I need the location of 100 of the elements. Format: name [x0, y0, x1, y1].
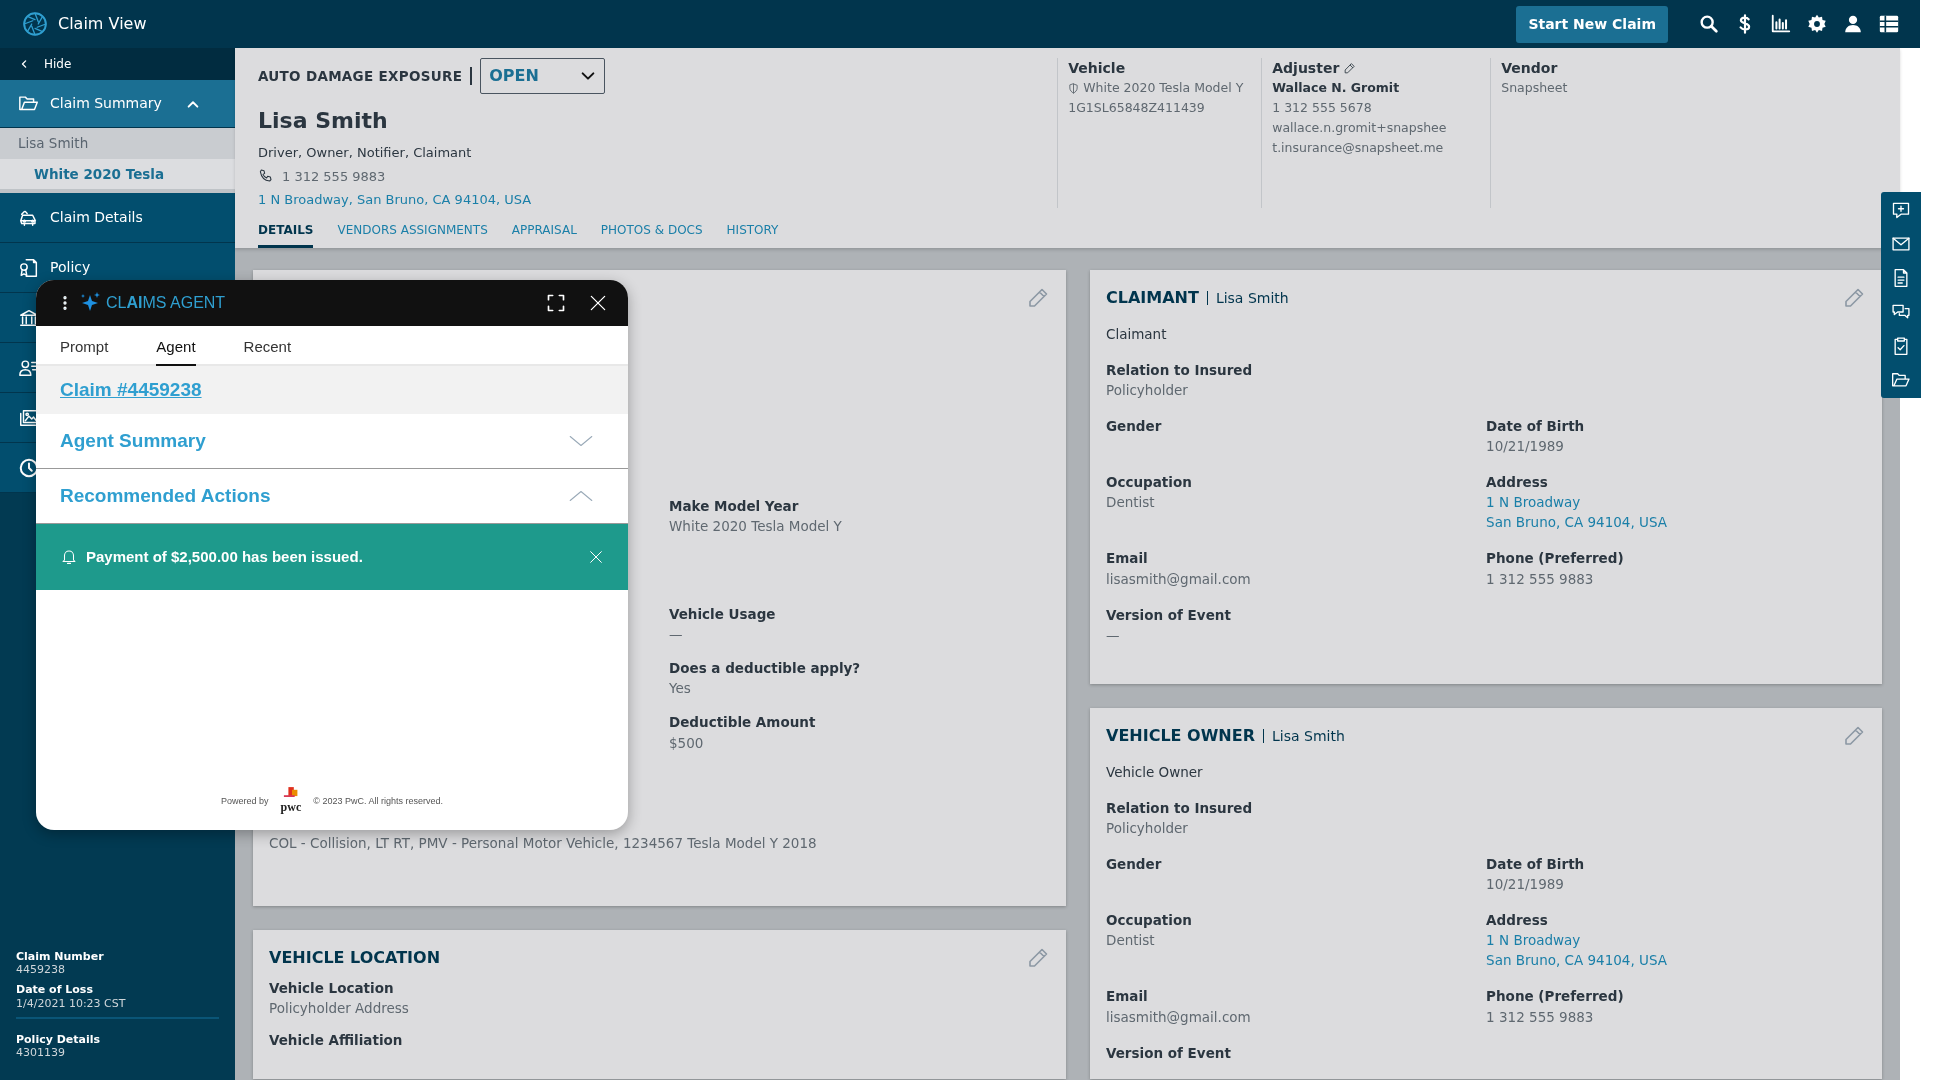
field-value: 10/21/1989 [1486, 437, 1565, 456]
tab[interactable]: Prompt [60, 335, 109, 366]
user-icon[interactable] [1842, 13, 1864, 35]
field-label: Occupation [1106, 473, 1193, 492]
field-label: Occupation [1106, 911, 1193, 930]
table-icon[interactable] [1878, 13, 1900, 35]
info-title: Vehicle [1068, 59, 1126, 78]
expand-icon[interactable] [546, 293, 566, 313]
address-link[interactable]: 1 N Broadway, San Bruno, CA 94104, USA [258, 190, 532, 210]
field-value: 10/21/1989 [1486, 875, 1565, 894]
person-roles: Driver, Owner, Notifier, Claimant [258, 144, 473, 162]
copyright-text: © 2023 PwC. All rights reserved. [313, 794, 443, 808]
address-link[interactable]: San Bruno, CA 94104, USA [1486, 512, 1867, 533]
info-text: Snapsheet [1501, 79, 1569, 97]
sidebar-item[interactable]: Claim Details [0, 193, 235, 243]
claim-link[interactable]: Claim #4459238 [60, 375, 202, 405]
pencil-icon[interactable] [1343, 61, 1357, 75]
field-value: Policyholder [1106, 380, 1189, 400]
field-label: Vehicle Affiliation [269, 1030, 404, 1050]
exposure-title: AUTO DAMAGE EXPOSURE [258, 67, 473, 85]
field-label: Address [1486, 911, 1549, 930]
bar-chart-icon[interactable] [1770, 13, 1792, 35]
tab[interactable]: DETAILS [258, 219, 314, 248]
close-icon[interactable] [588, 293, 608, 313]
shield-icon [1068, 82, 1080, 94]
info-text: White 2020 Tesla Model Y [1083, 79, 1244, 97]
sidebar-subitem[interactable]: Lisa Smith [0, 128, 235, 159]
field-label: Version of Event [1106, 605, 1232, 625]
sidebar-subitem[interactable]: White 2020 Tesla [0, 159, 235, 193]
field-value: White 2020 Tesla Model Y [669, 516, 843, 536]
field-label: Date of Birth [1486, 854, 1586, 874]
field-label: Gender [1106, 854, 1163, 874]
tab[interactable]: APPRAISAL [511, 219, 577, 248]
detail-value: 4459238 [16, 963, 66, 977]
field-label: Email [1106, 987, 1149, 1007]
field-value: Policyholder [1106, 818, 1189, 838]
detail-value: 1/4/2021 10:23 CST [16, 996, 127, 1011]
panel-title: CLAIMS AGENT [106, 293, 226, 313]
search-icon[interactable] [1698, 13, 1720, 35]
status-dropdown[interactable]: OPEN [480, 58, 606, 94]
notification-text: Payment of $2,500.00 has been issued. [86, 546, 364, 567]
phone-icon [258, 168, 274, 185]
folder-icon[interactable] [1891, 370, 1912, 390]
person-name: Lisa Smith [258, 107, 389, 135]
role-text: Claimant [1106, 324, 1168, 344]
info-text: wallace.n.gromit+snapsheet.insurance@snapsheet.me [1272, 119, 1448, 157]
field-value: $500 [669, 733, 705, 753]
card-title: VEHICLE LOCATION [269, 946, 441, 969]
tab[interactable]: PHOTOS & DOCS [600, 219, 703, 248]
detail-label: Policy Details [16, 1032, 102, 1047]
info-text: 1G1SL65848Z411439 [1068, 99, 1206, 117]
field-value: lisasmith@gmail.com [1106, 569, 1252, 589]
tab[interactable]: VENDORS ASSIGNMENTS [337, 219, 488, 248]
field-label: Gender [1106, 416, 1163, 436]
policy-icon [18, 256, 40, 279]
field-label: Vehicle Location [269, 978, 395, 998]
role-text: Vehicle Owner [1106, 762, 1204, 782]
field-value: lisasmith@gmail.com [1106, 1007, 1252, 1027]
detail-value: 4301139 [16, 1046, 66, 1060]
field-label: Address [1486, 473, 1549, 492]
field-label: Date of Birth [1486, 416, 1586, 436]
field-label: Deductible Amount [669, 713, 817, 733]
address-link[interactable]: 1 N Broadway [1486, 492, 1867, 513]
sidebar-item[interactable]: Claim Summary [0, 80, 235, 128]
field-label: Phone (Preferred) [1486, 987, 1625, 1007]
logo-text: pwc [280, 799, 302, 816]
app-title: Claim View [58, 13, 147, 35]
detail-label: Claim Number [16, 949, 105, 964]
field-label: Relation to Insured [1106, 798, 1254, 818]
add-comment-icon[interactable] [1891, 200, 1912, 220]
info-text: 1 312 555 5678 [1272, 99, 1373, 117]
field-label: Version of Event [1106, 1043, 1232, 1063]
field-value: — [669, 625, 684, 644]
hide-button[interactable]: Hide [0, 48, 235, 80]
field-label: Relation to Insured [1106, 360, 1254, 380]
card-subtitle: Lisa Smith [1215, 288, 1289, 308]
address-link[interactable]: 1 N Broadway [1486, 930, 1867, 951]
field-value: — [1106, 625, 1121, 645]
coverage-text: COL - Collision, LT RT, PMV - Personal Motor Vehicle, 1234567 Tesla Model Y 2018 [269, 833, 818, 853]
field-value: Yes [669, 679, 692, 699]
start-new-claim-button[interactable]: Start New Claim [1516, 5, 1668, 43]
field-label: Make Model Year [669, 496, 800, 516]
tab[interactable]: HISTORY [726, 219, 779, 248]
bell-icon [60, 548, 78, 566]
powered-by-text: Powered by [221, 794, 269, 808]
info-title: Vendor [1501, 59, 1558, 78]
field-label: Vehicle Usage [669, 604, 777, 624]
address-link[interactable]: San Bruno, CA 94104, USA [1486, 950, 1867, 971]
phone-number: 1 312 555 9883 [282, 167, 386, 186]
field-value: 1 312 555 9883 [1486, 569, 1595, 589]
field-label: Does a deductible apply? [669, 659, 861, 678]
field-value: Policyholder Address [269, 998, 410, 1018]
info-text: Wallace N. Gromit [1272, 79, 1401, 97]
tab[interactable]: Recent [243, 335, 292, 366]
card-title: CLAIMANT [1106, 286, 1199, 309]
detail-label: Date of Loss [16, 983, 94, 997]
settings-icon[interactable] [1806, 13, 1828, 35]
card-subtitle: Lisa Smith [1272, 726, 1345, 746]
field-label: Phone (Preferred) [1486, 549, 1625, 569]
section-header[interactable]: Agent Summary [36, 414, 628, 469]
